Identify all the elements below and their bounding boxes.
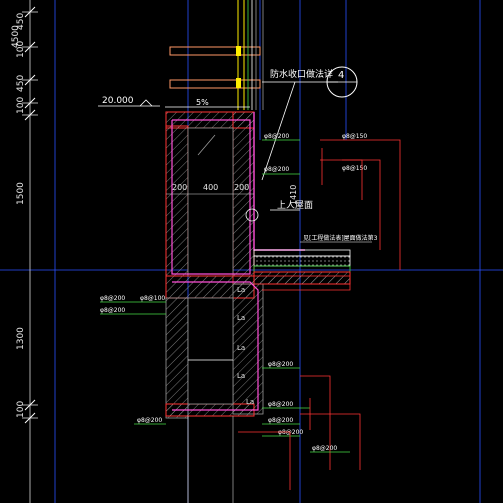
dim-100-c: 100 — [16, 401, 26, 418]
roof-note: 上人屋面 1410 见[工程做法表]屋面做法第3 — [270, 185, 378, 243]
rebar-r13: φ8@200 — [312, 445, 337, 452]
dim-1500: 1500 — [16, 182, 26, 205]
rebar-r10: φ8@200 — [268, 401, 293, 408]
rebar-r1: φ8@200 — [264, 133, 289, 140]
la-mark-1: La — [237, 286, 245, 294]
rebar-r5: φ8@200 — [100, 295, 125, 302]
rebar-r12: φ8@200 — [278, 429, 303, 436]
la-mark-3: La — [237, 344, 245, 352]
dim-400: 400 — [203, 183, 218, 192]
dim-450-b: 450 — [16, 75, 26, 92]
rebar-leader-10 — [300, 375, 331, 470]
elevation-mark: 20.000 — [98, 96, 160, 107]
rebar-r9: φ8@200 — [268, 361, 293, 368]
waterproof-note: 防水收口做法详 — [270, 68, 333, 80]
rebar-r3: φ8@150 — [342, 165, 367, 172]
rebar-r6: φ8@100 — [140, 295, 165, 302]
rebar-leader-2 — [320, 139, 401, 270]
dim-200-a: 200 — [172, 183, 187, 192]
dim-450-a: 450 — [16, 13, 26, 30]
slope-label: 5% — [196, 98, 209, 107]
elevation-label: 20.000 — [102, 96, 134, 106]
overhang-slab — [254, 283, 351, 291]
dim-100-a: 100 — [16, 41, 26, 58]
dim-100-b: 100 — [16, 97, 26, 114]
rebar-r4: φ8@200 — [264, 166, 289, 173]
dim-1410: 1410 — [289, 185, 298, 205]
detail-number: 4 — [338, 70, 344, 81]
section-drawing: 4500 450 100 450 100 1500 1300 100 20.00… — [0, 0, 503, 503]
la-mark-5: La — [246, 398, 254, 406]
rebar-r7: φ8@200 — [100, 307, 125, 314]
dim-1300: 1300 — [16, 327, 26, 350]
cad-detail-drawing: 4500 450 100 450 100 1500 1300 100 20.00… — [0, 0, 503, 503]
rebar-leader-16 — [238, 431, 291, 490]
grid-lines — [54, 0, 481, 503]
la-mark-2: La — [237, 314, 245, 322]
window-frames — [169, 0, 264, 110]
roof-layers-note: 见[工程做法表]屋面做法第3 — [303, 234, 378, 242]
la-mark-4: La — [237, 372, 245, 380]
rebar-r2: φ8@150 — [342, 133, 367, 140]
rebar-r8: φ8@200 — [137, 417, 162, 424]
dim-200-b: 200 — [234, 183, 249, 192]
rebar-r11: φ8@200 — [268, 417, 293, 424]
lower-wall — [165, 275, 264, 419]
